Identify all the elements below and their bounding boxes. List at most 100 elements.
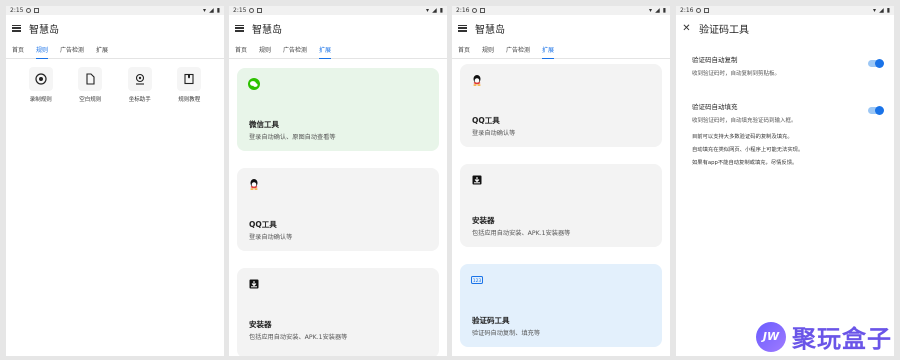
status-icon [472,8,478,13]
tab-home[interactable]: 首页 [458,41,476,58]
rules-grid: 录制规则 空白规则 坐标助手 规则教程 [6,59,224,103]
bookmark-icon [177,67,202,91]
close-icon[interactable]: ✕ [682,23,691,34]
card-qq-tool[interactable]: QQ工具 登录自动确认等 [460,64,662,147]
screen-rules: 2:15 ▾ ◢ ▮ 智慧岛 首页 规则 广告检测 扩展 录制规则 空白规则 坐标助… [6,6,224,356]
card-title: QQ工具 [249,220,277,229]
card-desc: 登录自动确认、原图自动查看等 [249,134,336,141]
status-icon [26,8,32,13]
rule-tutorial[interactable]: 规则教程 [169,67,209,103]
card-desc: 包括应用自动安装、APK.1安装器等 [472,230,571,237]
status-bar: 2:15 ▾ ◢ ▮ [229,6,447,15]
rule-label: 空白规则 [79,97,102,103]
screen-extensions: 2:15 ▾ ◢ ▮ 智慧岛 首页 规则 广告检测 扩展 微信工具 登录自动确认、原… [229,6,447,356]
status-icon [704,8,710,13]
note-line: 目前可以支持大多数验证码的复制及填充。 [692,134,793,140]
rule-blank[interactable]: 空白规则 [70,67,110,103]
card-wechat-tool[interactable]: 微信工具 登录自动确认、原图自动查看等 [237,68,439,151]
qq-icon [248,178,260,190]
setting-desc: 收到验证码时，自动复制到剪贴板。 [692,71,781,77]
wifi-icon: ▾ [873,7,877,14]
signal-icon: ◢ [655,7,660,14]
qq-icon [471,74,483,86]
auto-copy-toggle[interactable] [868,58,884,68]
battery-icon: ▮ [439,7,443,14]
app-bar: 智慧岛 [6,15,224,41]
menu-icon[interactable] [235,24,244,32]
location-icon [127,67,152,91]
installer-icon [248,278,260,290]
card-verification-code-tool[interactable]: 123 验证码工具 验证码自动复制、填充等 [460,264,662,347]
wifi-icon: ▾ [426,7,430,14]
rule-record[interactable]: 录制规则 [21,67,61,103]
signal-icon: ◢ [432,7,437,14]
verification-code-icon: 123 [471,274,483,286]
wechat-icon [248,78,260,90]
blank-file-icon [78,67,103,91]
tab-rules[interactable]: 规则 [482,41,500,58]
app-title: 智慧岛 [252,24,282,36]
battery-icon: ▮ [886,7,890,14]
record-icon [28,67,53,91]
tab-rules[interactable]: 规则 [36,41,54,59]
tab-ad-detection[interactable]: 广告检测 [283,41,313,58]
tab-bar: 首页 规则 广告检测 扩展 [229,41,447,59]
auto-fill-toggle[interactable] [868,105,884,115]
wifi-icon: ▾ [649,7,653,14]
watermark-text: 聚玩盒子 [792,325,892,353]
menu-icon[interactable] [458,24,467,32]
app-title: 智慧岛 [29,24,59,36]
signal-icon: ◢ [879,7,884,14]
card-title: QQ工具 [472,116,500,125]
card-installer[interactable]: 安装器 包括应用自动安装、APK.1安装器等 [237,268,439,356]
notes: 目前可以支持大多数验证码的复制及填充。 自动填充在类似网页、小程序上可能无法实现… [692,131,803,170]
card-title: 微信工具 [249,120,279,129]
signal-icon: ◢ [209,7,214,14]
tab-bar: 首页 规则 广告检测 扩展 [452,41,670,59]
tab-home[interactable]: 首页 [235,41,253,58]
card-desc: 登录自动确认等 [249,234,293,241]
tab-ad-detection[interactable]: 广告检测 [506,41,536,58]
card-title: 验证码工具 [472,316,510,325]
tab-extensions[interactable]: 扩展 [96,41,114,58]
watermark-logo: JW [756,321,786,352]
tab-extensions[interactable]: 扩展 [319,41,337,59]
screen-extensions-scrolled: 2:16 ▾ ◢ ▮ 智慧岛 首页 规则 广告检测 扩展 QQ工具 登录自动确认等 … [452,6,670,356]
status-time: 2:16 [456,7,470,14]
svg-text:123: 123 [473,278,482,284]
rule-label: 录制规则 [29,97,52,103]
tab-extensions[interactable]: 扩展 [542,41,560,59]
status-time: 2:16 [680,7,694,14]
status-icon [249,8,255,13]
status-time: 2:15 [233,7,247,14]
setting-title: 验证码自动填充 [692,103,738,111]
card-qq-tool[interactable]: QQ工具 登录自动确认等 [237,168,439,251]
tab-bar: 首页 规则 广告检测 扩展 [6,41,224,59]
status-icon [34,8,40,13]
card-installer[interactable]: 安装器 包括应用自动安装、APK.1安装器等 [460,164,662,247]
status-time: 2:15 [10,7,24,14]
app-title: 智慧岛 [475,24,505,36]
app-bar: 智慧岛 [452,15,670,41]
note-line: 自动填充在类似网页、小程序上可能无法实现。 [692,147,804,153]
tab-home[interactable]: 首页 [12,41,30,58]
rule-coordinate[interactable]: 坐标助手 [120,67,160,103]
rule-label: 坐标助手 [128,97,151,103]
tab-ad-detection[interactable]: 广告检测 [60,41,90,58]
note-line: 如果有app不能自动复制或填充，尽情反馈。 [692,160,798,166]
status-bar: 2:16 ▾ ◢ ▮ [676,6,894,15]
watermark: JW 聚玩盒子 [756,319,892,354]
page-title: 验证码工具 [699,24,749,36]
app-bar: 智慧岛 [229,15,447,41]
setting-title: 验证码自动复制 [692,56,738,64]
setting-desc: 收到验证码时，自动填充验证码到输入框。 [692,118,797,124]
battery-icon: ▮ [216,7,220,14]
tab-rules[interactable]: 规则 [259,41,277,58]
card-desc: 验证码自动复制、填充等 [472,330,541,337]
card-desc: 登录自动确认等 [472,130,516,137]
card-title: 安装器 [472,216,495,225]
battery-icon: ▮ [662,7,666,14]
menu-icon[interactable] [12,24,21,32]
card-desc: 包括应用自动安装、APK.1安装器等 [249,334,348,341]
wifi-icon: ▾ [203,7,207,14]
